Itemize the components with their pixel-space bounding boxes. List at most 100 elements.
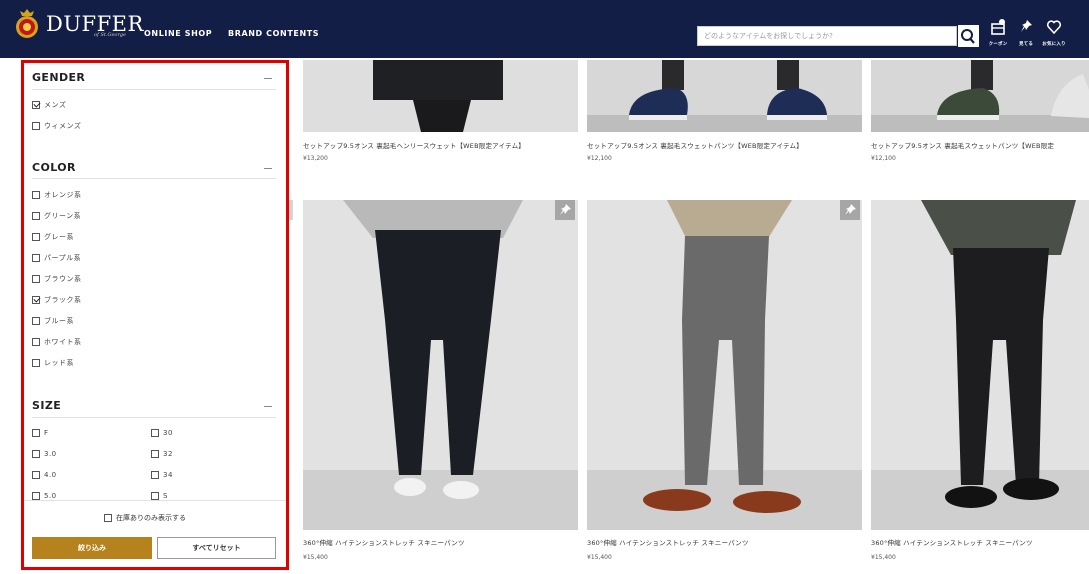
checkbox-icon[interactable] [32, 429, 40, 437]
product-card[interactable]: 360°伸縮 ハイテンションストレッチ スキニーパンツ ¥15,400 [871, 200, 1089, 574]
checkbox-size-3-0[interactable]: 3.0 [32, 450, 57, 458]
product-image[interactable] [871, 200, 1089, 530]
checkbox-icon[interactable] [32, 122, 40, 130]
product-image[interactable] [871, 60, 1089, 132]
checkbox-size-5-0[interactable]: 5.0 [32, 492, 57, 500]
size-collapse-icon[interactable] [264, 406, 272, 407]
checkbox-label: 5.0 [44, 492, 57, 500]
product-card[interactable]: セットアップ9.5オンス 裏起毛スウェットパンツ【WEB限定アイテム】 ¥12,… [587, 60, 862, 175]
checkbox-green[interactable]: グリーン系 [32, 211, 81, 221]
checkbox-icon[interactable] [32, 492, 40, 500]
checkbox-icon[interactable] [32, 212, 40, 220]
divider [32, 89, 276, 90]
checkbox-icon[interactable] [32, 450, 40, 458]
checkbox-womens[interactable]: ウィメンズ [32, 121, 81, 131]
product-card[interactable]: セットアップ9.5オンス 裏起毛ヘンリースウェット【WEB限定アイテム】 ¥13… [303, 60, 578, 175]
product-image[interactable] [303, 60, 578, 132]
checkbox-blue[interactable]: ブルー系 [32, 316, 74, 326]
checkbox-white[interactable]: ホワイト系 [32, 337, 82, 347]
checkbox-icon[interactable] [32, 233, 40, 241]
checkbox-mens[interactable]: メンズ [32, 100, 66, 110]
product-image[interactable] [303, 200, 578, 530]
checkbox-size-30[interactable]: 30 [151, 429, 173, 437]
checkbox-label: 32 [163, 450, 173, 458]
product-name[interactable]: 360°伸縮 ハイテンションストレッチ スキニーパンツ [587, 537, 862, 547]
checkbox-label: ブラック系 [44, 296, 82, 304]
checkbox-label: パープル系 [44, 254, 82, 262]
product-card[interactable]: 360°伸縮 ハイテンションストレッチ スキニーパンツ ¥15,400 [587, 200, 862, 574]
product-name[interactable]: セットアップ9.5オンス 裏起毛スウェットパンツ【WEB限定 [871, 140, 1089, 150]
checkbox-size-32[interactable]: 32 [151, 450, 173, 458]
checkbox-icon[interactable] [32, 254, 40, 262]
checkbox-size-f[interactable]: F [32, 429, 49, 437]
apply-filter-button[interactable]: 絞り込み [32, 537, 152, 559]
product-price: ¥12,100 [587, 155, 612, 162]
checkbox-label: オレンジ系 [44, 191, 82, 199]
divider [32, 417, 276, 418]
color-collapse-icon[interactable] [264, 168, 272, 169]
checkbox-size-34[interactable]: 34 [151, 471, 173, 479]
color-title: COLOR [32, 161, 76, 174]
checkbox-label: グリーン系 [44, 212, 82, 220]
watch-button[interactable] [840, 200, 860, 220]
checkbox-black[interactable]: ブラック系 [32, 295, 82, 305]
checkbox-size-s[interactable]: S [151, 492, 168, 500]
checkbox-label: 3.0 [44, 450, 57, 458]
in-stock-label: 在庫ありのみ表示する [116, 514, 186, 522]
checkbox-icon[interactable] [151, 429, 159, 437]
scrollbar-thumb[interactable] [289, 200, 293, 220]
favorites-label: お気に入り [1042, 42, 1066, 47]
checkbox-icon[interactable] [32, 191, 40, 199]
product-card[interactable]: セットアップ9.5オンス 裏起毛スウェットパンツ【WEB限定 ¥12,100 [871, 60, 1089, 175]
checkbox-icon[interactable] [32, 471, 40, 479]
site-header: DUFFER of St.George ONLINE SHOP BRAND CO… [0, 0, 1089, 58]
checkbox-label: F [44, 429, 49, 437]
watching-button[interactable]: 見てる [1012, 18, 1040, 47]
checkbox-gray[interactable]: グレー系 [32, 232, 74, 242]
checkbox-brown[interactable]: ブラウン系 [32, 274, 82, 284]
checkbox-icon[interactable] [151, 450, 159, 458]
search-input[interactable]: どのようなアイテムをお探しでしょうか? [697, 26, 957, 46]
product-image[interactable] [587, 200, 862, 530]
checkbox-label: ブラウン系 [44, 275, 82, 283]
checkbox-icon[interactable] [104, 514, 112, 522]
nav-online-shop[interactable]: ONLINE SHOP [144, 29, 212, 38]
pin-icon [1021, 20, 1032, 32]
checkbox-icon[interactable] [32, 101, 40, 109]
coupon-button[interactable]: クーポン [984, 18, 1012, 47]
checkbox-orange[interactable]: オレンジ系 [32, 190, 82, 200]
checkbox-icon[interactable] [32, 338, 40, 346]
product-card[interactable]: 360°伸縮 ハイテンションストレッチ スキニーパンツ ¥15,400 [303, 200, 578, 574]
filter-footer: 在庫ありのみ表示する 絞り込み すべてリセット [24, 500, 286, 567]
checkbox-red[interactable]: レッド系 [32, 358, 74, 368]
checkbox-icon[interactable] [32, 275, 40, 283]
checkbox-icon[interactable] [151, 492, 159, 500]
reset-all-button[interactable]: すべてリセット [157, 537, 276, 559]
gender-collapse-icon[interactable] [264, 78, 272, 79]
checkbox-label: 34 [163, 471, 173, 479]
checkbox-icon[interactable] [151, 471, 159, 479]
watch-button[interactable] [555, 200, 575, 220]
checkbox-icon[interactable] [32, 296, 40, 304]
product-price: ¥15,400 [303, 554, 328, 561]
product-price: ¥15,400 [871, 554, 896, 561]
search-button[interactable] [958, 25, 979, 47]
checkbox-label: レッド系 [44, 359, 74, 367]
checkbox-in-stock-only[interactable]: 在庫ありのみ表示する [104, 513, 186, 523]
checkbox-size-4-0[interactable]: 4.0 [32, 471, 57, 479]
product-image[interactable] [587, 60, 862, 132]
size-title: SIZE [32, 399, 62, 412]
product-price: ¥15,400 [587, 554, 612, 561]
gender-title: GENDER [32, 71, 86, 84]
checkbox-label: ホワイト系 [44, 338, 82, 346]
checkbox-icon[interactable] [32, 359, 40, 367]
product-name[interactable]: 360°伸縮 ハイテンションストレッチ スキニーパンツ [871, 537, 1089, 547]
checkbox-icon[interactable] [32, 317, 40, 325]
checkbox-purple[interactable]: パープル系 [32, 253, 81, 263]
product-name[interactable]: セットアップ9.5オンス 裏起毛スウェットパンツ【WEB限定アイテム】 [587, 140, 862, 150]
favorites-button[interactable]: お気に入り [1040, 18, 1068, 47]
nav-brand-contents[interactable]: BRAND CONTENTS [228, 29, 319, 38]
product-name[interactable]: 360°伸縮 ハイテンションストレッチ スキニーパンツ [303, 537, 578, 547]
product-price: ¥12,100 [871, 155, 896, 162]
product-name[interactable]: セットアップ9.5オンス 裏起毛ヘンリースウェット【WEB限定アイテム】 [303, 140, 578, 150]
